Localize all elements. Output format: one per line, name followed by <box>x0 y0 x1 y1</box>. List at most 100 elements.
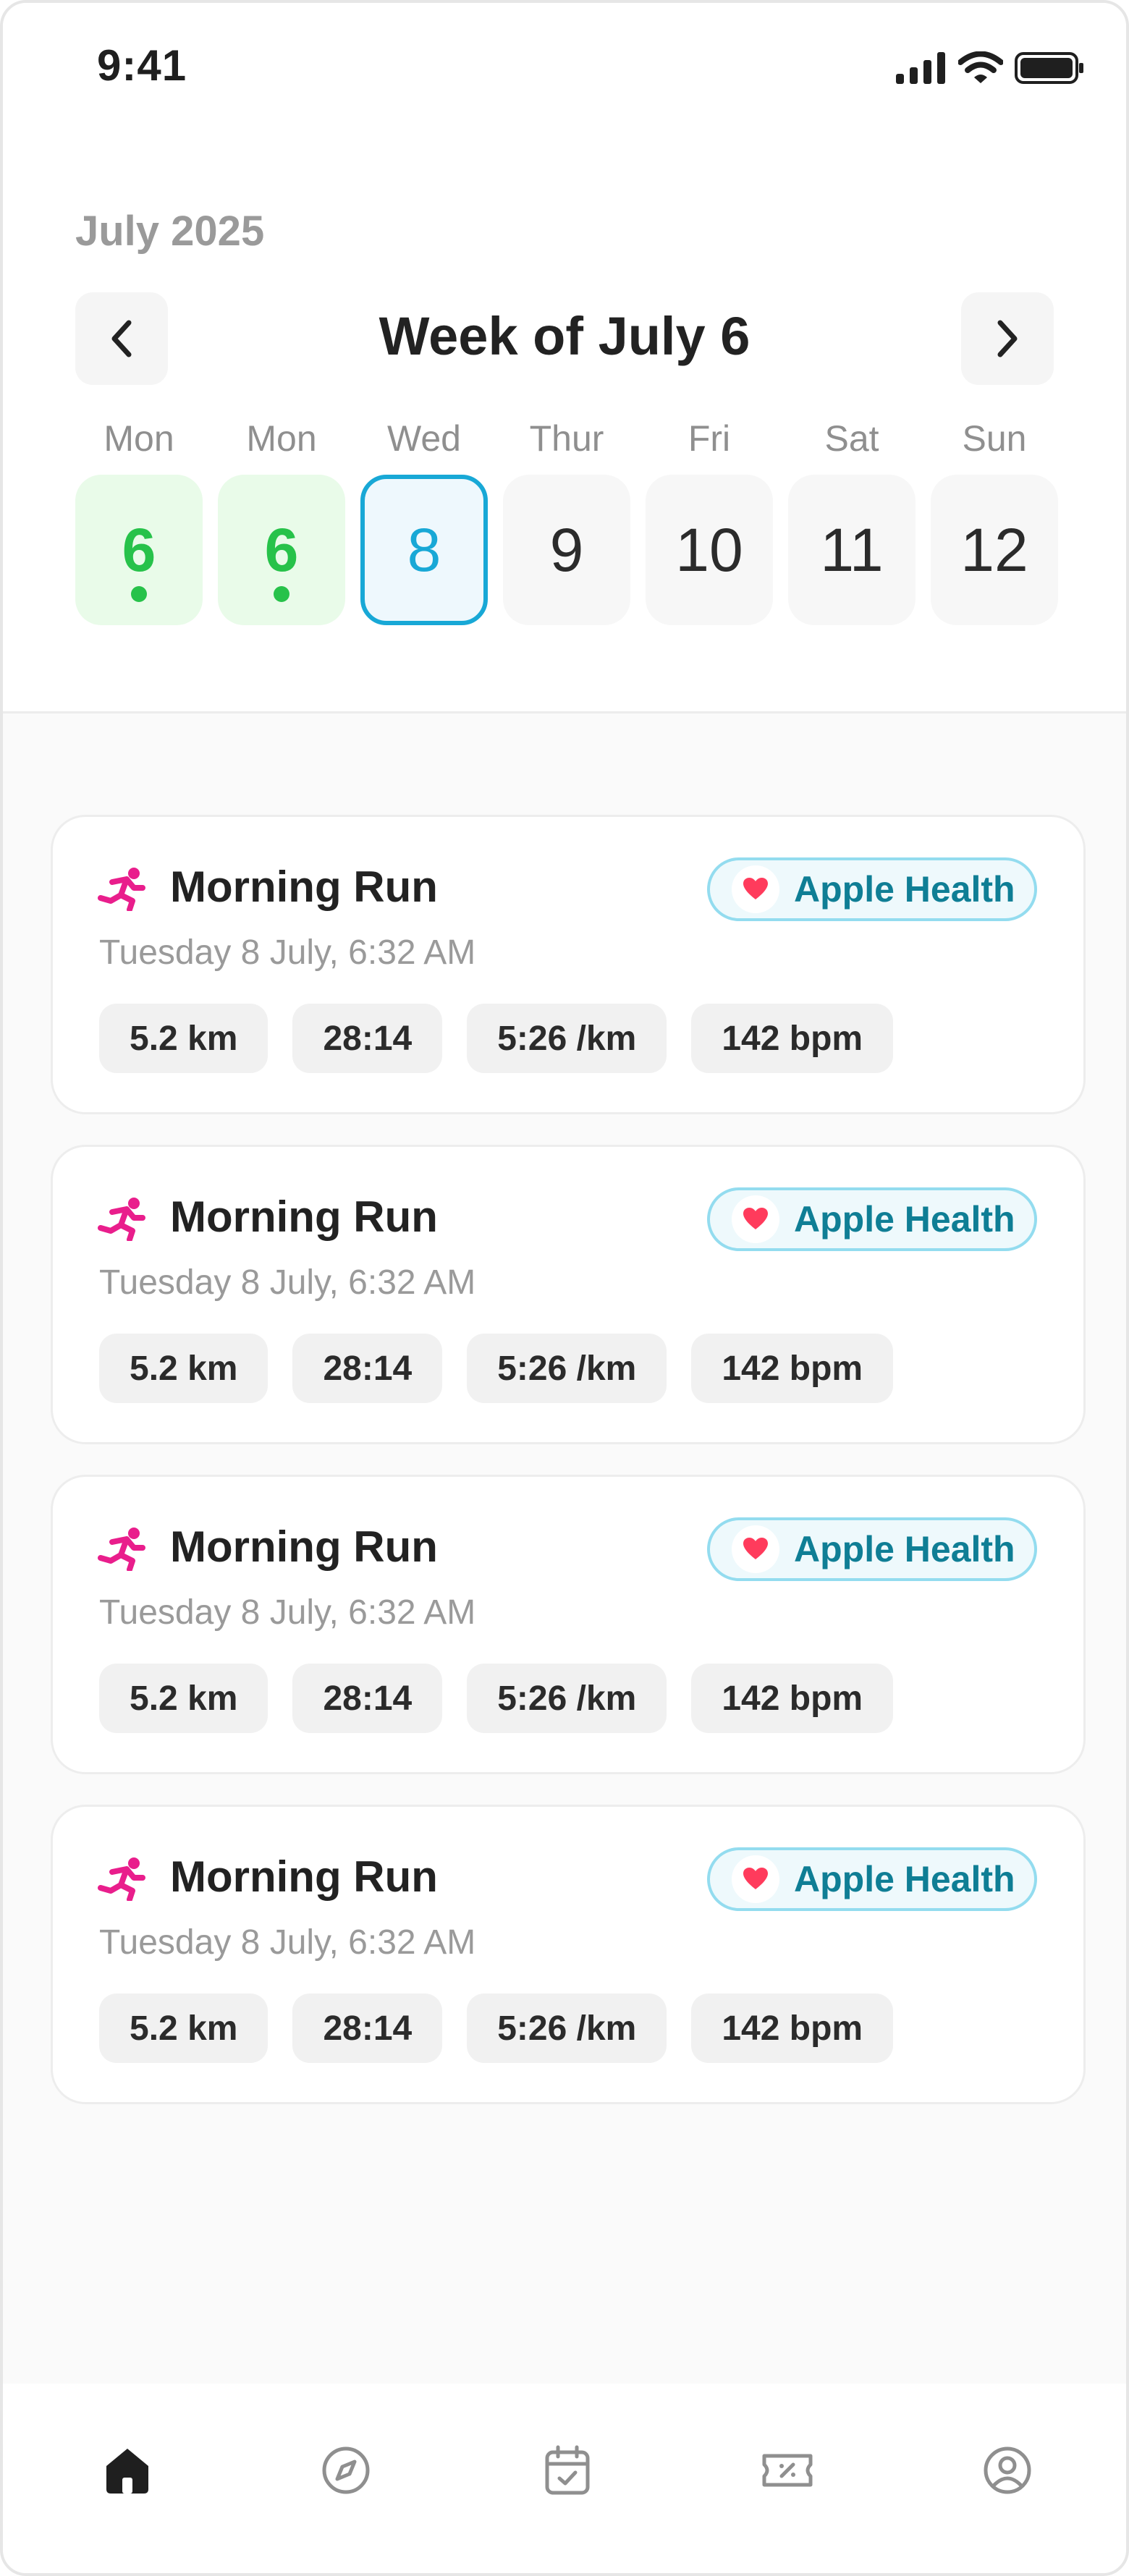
day-column: Mon 6 <box>75 417 203 625</box>
workout-stats: 5.2 km 28:14 5:26 /km 142 bpm <box>99 1334 894 1403</box>
chevron-right-icon <box>997 320 1018 357</box>
day-name: Sat <box>824 418 879 459</box>
workout-title: Morning Run <box>170 1852 438 1901</box>
duration-chip: 28:14 <box>292 1004 443 1073</box>
calendar-check-icon <box>545 2445 590 2495</box>
heart-rate-chip: 142 bpm <box>691 1994 894 2063</box>
day-cell[interactable]: 12 <box>931 475 1058 625</box>
tab-schedule[interactable] <box>531 2434 604 2507</box>
source-badge: Apple Health <box>707 1847 1037 1911</box>
duration-chip: 28:14 <box>292 1334 443 1403</box>
workout-stats: 5.2 km 28:14 5:26 /km 142 bpm <box>99 1994 894 2063</box>
day-column: Sun 12 <box>931 417 1058 625</box>
day-name: Thur <box>529 418 604 459</box>
source-label: Apple Health <box>794 1199 1015 1240</box>
workout-datetime: Tuesday 8 July, 6:32 AM <box>99 1593 476 1632</box>
day-column: Sat 11 <box>788 417 916 625</box>
day-cell[interactable]: 9 <box>503 475 630 625</box>
day-column: Wed 8 <box>360 417 488 625</box>
wifi-icon <box>958 51 1003 83</box>
day-name: Mon <box>103 418 174 459</box>
tab-tickets[interactable] <box>751 2434 824 2507</box>
day-name: Mon <box>246 418 317 459</box>
running-icon <box>98 1528 145 1571</box>
source-label: Apple Health <box>794 1529 1015 1569</box>
day-name: Sun <box>962 418 1027 459</box>
tab-profile[interactable] <box>971 2434 1044 2507</box>
workout-datetime: Tuesday 8 July, 6:32 AM <box>99 1923 476 1962</box>
workout-card[interactable]: Morning Run Apple Health Tuesday 8 July,… <box>51 1475 1086 1774</box>
workout-datetime: Tuesday 8 July, 6:32 AM <box>99 1263 476 1302</box>
day-number: 6 <box>264 515 299 584</box>
cellular-signal-icon <box>896 52 945 84</box>
workout-title: Morning Run <box>170 1522 438 1571</box>
home-icon <box>106 2449 148 2494</box>
workout-stats: 5.2 km 28:14 5:26 /km 142 bpm <box>99 1664 894 1733</box>
next-week-button[interactable] <box>961 292 1054 385</box>
bottom-tab-bar <box>3 2384 1126 2573</box>
source-badge: Apple Health <box>707 1187 1037 1251</box>
day-number: 10 <box>675 515 743 584</box>
day-name: Wed <box>387 418 461 459</box>
day-number: 8 <box>407 515 441 584</box>
pace-chip: 5:26 /km <box>467 1994 667 2063</box>
day-cell-selected[interactable]: 8 <box>360 475 488 625</box>
workout-datetime: Tuesday 8 July, 6:32 AM <box>99 933 476 972</box>
workout-card[interactable]: Morning Run Apple Health Tuesday 8 July,… <box>51 1805 1086 2104</box>
day-column: Thur 9 <box>503 417 630 625</box>
source-badge: Apple Health <box>707 1517 1037 1581</box>
day-number: 12 <box>960 515 1028 584</box>
day-cell[interactable]: 6 <box>75 475 203 625</box>
day-cell[interactable]: 11 <box>788 475 916 625</box>
heart-icon <box>732 1525 779 1573</box>
day-name: Fri <box>688 418 731 459</box>
status-time: 9:41 <box>97 41 187 90</box>
running-icon <box>98 1198 145 1241</box>
profile-icon <box>984 2446 1031 2494</box>
status-icons <box>896 49 1084 87</box>
day-cell[interactable]: 6 <box>218 475 345 625</box>
source-label: Apple Health <box>794 1859 1015 1899</box>
duration-chip: 28:14 <box>292 1664 443 1733</box>
battery-icon <box>1015 52 1083 84</box>
day-number: 9 <box>549 515 584 584</box>
week-title: Week of July 6 <box>379 306 750 366</box>
heart-rate-chip: 142 bpm <box>691 1664 894 1733</box>
heart-rate-chip: 142 bpm <box>691 1334 894 1403</box>
day-column: Mon 6 <box>218 417 345 625</box>
heart-icon <box>732 1855 779 1903</box>
heart-icon <box>732 1195 779 1243</box>
pace-chip: 5:26 /km <box>467 1004 667 1073</box>
distance-chip: 5.2 km <box>99 1334 268 1403</box>
running-icon <box>98 868 145 911</box>
day-number: 11 <box>820 515 884 584</box>
distance-chip: 5.2 km <box>99 1004 268 1073</box>
phone-frame: 9:41 July 2025 Week of July 6 Mon 6 Mon … <box>0 0 1129 2576</box>
workout-title: Morning Run <box>170 1192 438 1241</box>
workout-title: Morning Run <box>170 863 438 911</box>
pace-chip: 5:26 /km <box>467 1664 667 1733</box>
workout-card[interactable]: Morning Run Apple Health Tuesday 8 July,… <box>51 815 1086 1114</box>
heart-icon <box>732 865 779 913</box>
workout-dot <box>274 586 289 602</box>
heart-rate-chip: 142 bpm <box>691 1004 894 1073</box>
pace-chip: 5:26 /km <box>467 1334 667 1403</box>
month-label: July 2025 <box>75 208 265 255</box>
source-badge: Apple Health <box>707 857 1037 921</box>
workout-card[interactable]: Morning Run Apple Health Tuesday 8 July,… <box>51 1145 1086 1444</box>
compass-icon <box>322 2446 370 2494</box>
running-icon <box>98 1857 145 1901</box>
distance-chip: 5.2 km <box>99 1994 268 2063</box>
workout-stats: 5.2 km 28:14 5:26 /km 142 bpm <box>99 1004 894 1073</box>
distance-chip: 5.2 km <box>99 1664 268 1733</box>
tab-explore[interactable] <box>310 2434 382 2507</box>
ticket-icon <box>762 2454 813 2487</box>
day-number: 6 <box>122 515 156 584</box>
day-cell[interactable]: 10 <box>646 475 773 625</box>
duration-chip: 28:14 <box>292 1994 443 2063</box>
workout-dot <box>131 586 147 602</box>
tab-home[interactable] <box>91 2434 164 2507</box>
day-column: Fri 10 <box>646 417 773 625</box>
header-section: 9:41 July 2025 Week of July 6 Mon 6 Mon … <box>3 3 1126 713</box>
source-label: Apple Health <box>794 869 1015 910</box>
